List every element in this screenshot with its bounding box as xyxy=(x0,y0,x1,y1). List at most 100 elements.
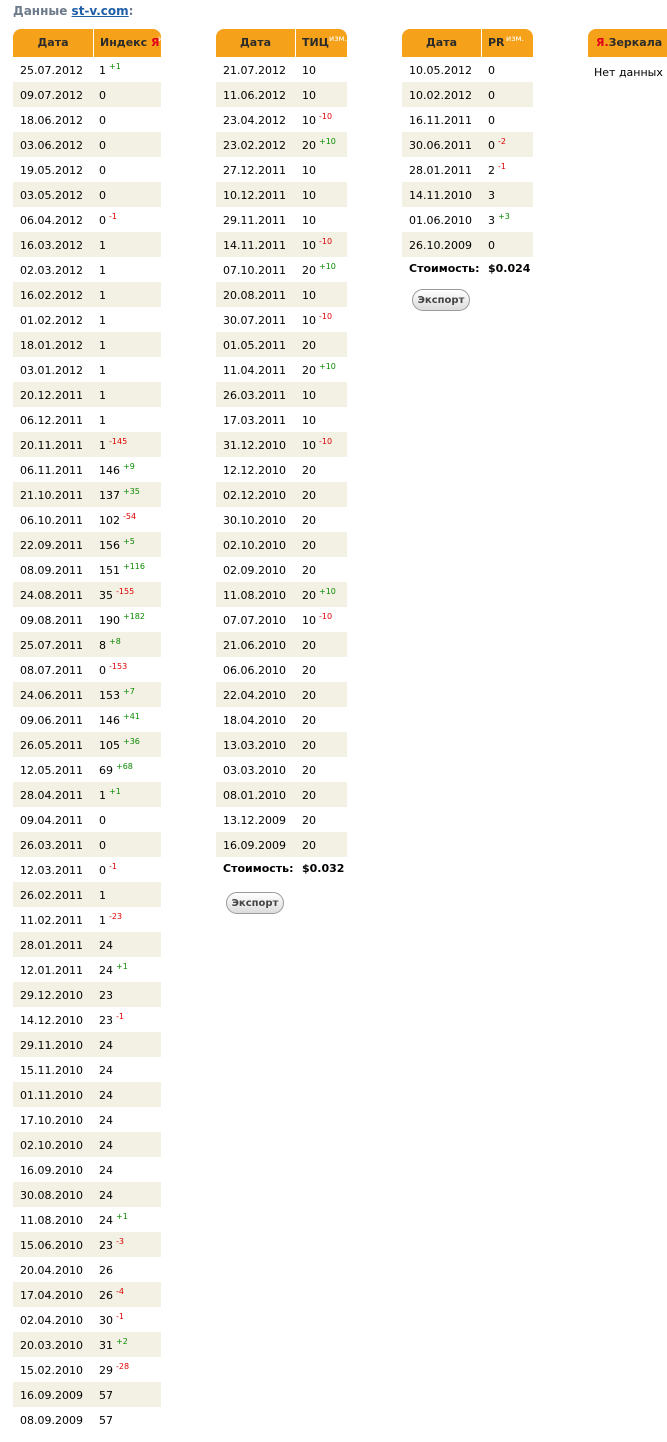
row-value-text: 0 xyxy=(99,839,106,852)
table-row: 08.01.2010 20 xyxy=(216,782,347,807)
row-value: 1 xyxy=(99,307,106,334)
row-value-text: 0 xyxy=(99,214,106,227)
mirrors-table: Я.Зеркала xyxy=(588,29,667,57)
table-row: 09.07.2012 0 xyxy=(13,82,161,107)
row-value-text: 20 xyxy=(302,789,316,802)
row-date: 16.09.2009 xyxy=(223,839,286,852)
row-change: -1 xyxy=(109,212,117,221)
table-row: 18.01.2012 1 xyxy=(13,332,161,357)
row-change: +8 xyxy=(109,637,121,646)
row-date: 03.01.2012 xyxy=(20,364,83,377)
row-value: 10 -10 xyxy=(302,607,332,635)
row-value: 20 xyxy=(302,482,316,509)
row-date: 18.06.2012 xyxy=(20,114,83,127)
row-value: 20 +10 xyxy=(302,357,336,385)
table-row: 16.03.2012 1 xyxy=(13,232,161,257)
site-link[interactable]: st-v.com xyxy=(72,4,129,18)
row-value: 10 xyxy=(302,407,316,434)
row-date: 17.04.2010 xyxy=(20,1289,83,1302)
row-date: 14.11.2011 xyxy=(223,239,286,252)
mirrors-no-data: Нет данных xyxy=(594,66,663,79)
row-date: 21.07.2012 xyxy=(223,64,286,77)
row-value-text: 20 xyxy=(302,464,316,477)
row-value-text: 20 xyxy=(302,764,316,777)
row-date: 20.08.2011 xyxy=(223,289,286,302)
row-date: 24.08.2011 xyxy=(20,589,83,602)
row-date: 23.02.2012 xyxy=(223,139,286,152)
row-value-text: 156 xyxy=(99,539,120,552)
row-date: 03.06.2012 xyxy=(20,139,83,152)
row-value: 2 -1 xyxy=(488,157,506,185)
row-value: 23 -1 xyxy=(99,1007,124,1035)
table-row: 16.11.2011 0 xyxy=(402,107,533,132)
row-change: +116 xyxy=(123,562,145,571)
table-row: 12.01.2011 24 +1 xyxy=(13,957,161,982)
row-value: 20 +10 xyxy=(302,582,336,610)
table-row: 30.06.2011 0 -2 xyxy=(402,132,533,157)
row-change: +3 xyxy=(498,212,510,221)
row-value-text: 20 xyxy=(302,139,316,152)
row-change: +10 xyxy=(319,137,336,146)
cost-label: Стоимость: xyxy=(409,262,480,275)
row-value: 0 xyxy=(99,157,106,184)
row-date: 14.11.2010 xyxy=(409,189,472,202)
row-value: 0 -153 xyxy=(99,657,127,685)
row-date: 13.03.2010 xyxy=(223,739,286,752)
table-row: 20.03.2010 31 +2 xyxy=(13,1332,161,1357)
row-change: -10 xyxy=(319,112,333,121)
row-value-text: 24 xyxy=(99,1114,113,1127)
row-value: 24 xyxy=(99,1157,113,1184)
column-header-date: Дата xyxy=(216,29,296,57)
row-value-text: 26 xyxy=(99,1264,113,1277)
row-value-text: 1 xyxy=(99,914,106,927)
table-row: 19.05.2012 0 xyxy=(13,157,161,182)
table-row: 18.04.2010 20 xyxy=(216,707,347,732)
table-row: 21.06.2010 20 xyxy=(216,632,347,657)
row-date: 06.06.2010 xyxy=(223,664,286,677)
row-value: 10 xyxy=(302,82,316,109)
row-value: 10 xyxy=(302,182,316,209)
row-date: 11.04.2011 xyxy=(223,364,286,377)
row-value-text: 24 xyxy=(99,1189,113,1202)
row-value: 1 xyxy=(99,407,106,434)
row-value-text: 20 xyxy=(302,689,316,702)
row-date: 02.12.2010 xyxy=(223,489,286,502)
row-date: 28.01.2011 xyxy=(409,164,472,177)
row-value: 20 xyxy=(302,682,316,709)
export-button-tic[interactable]: Экспорт xyxy=(226,892,284,914)
table-row: 26.10.2009 0 xyxy=(402,232,533,257)
row-value: 0 xyxy=(99,832,106,859)
table-row: 11.08.2010 24 +1 xyxy=(13,1207,161,1232)
row-value: 1 xyxy=(99,232,106,259)
table-row: 03.06.2012 0 xyxy=(13,132,161,157)
row-value: 146 +41 xyxy=(99,707,140,735)
row-date: 16.11.2011 xyxy=(409,114,472,127)
yandex-brand-letter: Я. xyxy=(596,36,609,49)
row-date: 08.09.2009 xyxy=(20,1414,83,1427)
row-value-text: 146 xyxy=(99,714,120,727)
table-row: 26.03.2011 0 xyxy=(13,832,161,857)
row-value-text: 24 xyxy=(99,964,113,977)
row-value: 1 xyxy=(99,332,106,359)
row-value-text: 0 xyxy=(488,64,495,77)
title-prefix: Данные xyxy=(13,4,72,18)
row-value-text: 190 xyxy=(99,614,120,627)
row-date: 29.11.2011 xyxy=(223,214,286,227)
row-value: 10 xyxy=(302,207,316,234)
row-value: 69 +68 xyxy=(99,757,133,785)
table-row: 09.04.2011 0 xyxy=(13,807,161,832)
row-value-text: 1 xyxy=(99,339,106,352)
column-header-date: Дата xyxy=(13,29,94,57)
export-button-pr[interactable]: Экспорт xyxy=(412,289,470,311)
row-change: +2 xyxy=(116,1337,128,1346)
row-value-text: 10 xyxy=(302,314,316,327)
table-row: 13.12.2009 20 xyxy=(216,807,347,832)
row-value-text: 20 xyxy=(302,564,316,577)
table-row: 11.02.2011 1 -23 xyxy=(13,907,161,932)
row-value-text: 1 xyxy=(99,414,106,427)
row-value: 1 xyxy=(99,382,106,409)
table-row: 29.11.2011 10 xyxy=(216,207,347,232)
row-value: 20 xyxy=(302,657,316,684)
row-value: 0 xyxy=(488,232,495,259)
row-change: +35 xyxy=(123,487,140,496)
